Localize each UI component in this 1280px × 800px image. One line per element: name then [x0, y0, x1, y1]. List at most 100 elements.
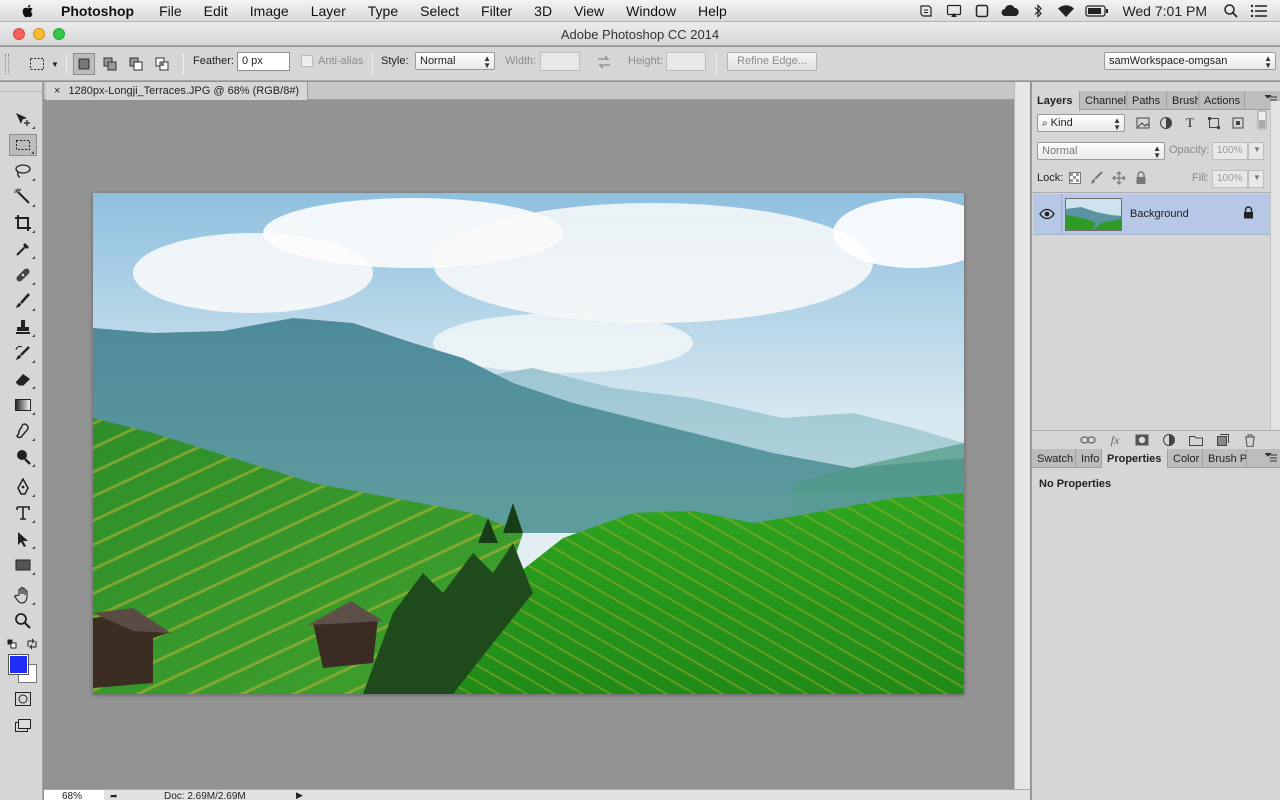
menu-3d[interactable]: 3D — [523, 3, 563, 19]
new-group-icon[interactable] — [1188, 432, 1204, 448]
menu-app-name[interactable]: Photoshop — [50, 3, 148, 19]
workspace-select[interactable]: samWorkspace-omgsan ▲ ▼ — [1104, 52, 1276, 70]
subtract-selection-button[interactable] — [125, 53, 147, 75]
rect-marquee-tool[interactable] — [9, 134, 37, 156]
add-mask-icon[interactable] — [1134, 432, 1150, 448]
layers-scrollbar[interactable] — [1270, 101, 1280, 431]
tab-paths[interactable]: Paths — [1127, 91, 1167, 110]
menu-edit[interactable]: Edit — [193, 3, 239, 19]
delete-layer-icon[interactable] — [1242, 432, 1258, 448]
healing-brush-tool[interactable] — [9, 264, 37, 286]
foreground-color-swatch[interactable] — [8, 654, 29, 675]
canvas-area[interactable] — [44, 100, 1014, 790]
eye-icon[interactable] — [1039, 207, 1055, 221]
path-selection-tool[interactable] — [9, 528, 37, 550]
tools-panel-header[interactable] — [0, 82, 42, 92]
menu-view[interactable]: View — [563, 3, 615, 19]
document-image[interactable] — [93, 193, 964, 694]
zoom-tool[interactable] — [9, 610, 37, 632]
lasso-tool[interactable] — [9, 160, 37, 182]
notification-list-icon[interactable] — [1250, 3, 1268, 19]
menu-image[interactable]: Image — [239, 3, 300, 19]
panel-menu-icon[interactable] — [1265, 453, 1277, 463]
clone-stamp-tool[interactable] — [9, 316, 37, 338]
lock-position-icon[interactable] — [1111, 170, 1127, 186]
adjustment-layer-icon[interactable] — [1161, 432, 1177, 448]
link-layers-icon[interactable] — [1080, 432, 1096, 448]
battery-icon[interactable] — [1085, 3, 1109, 19]
fill-input[interactable]: 100% — [1212, 170, 1248, 188]
filter-smart-object-icon[interactable] — [1230, 115, 1246, 131]
layer-filter-kind[interactable]: ⌕ Kind ▲ ▼ — [1037, 114, 1125, 132]
menu-type[interactable]: Type — [357, 3, 409, 19]
tab-properties[interactable]: Properties — [1102, 449, 1168, 469]
menu-window[interactable]: Window — [615, 3, 687, 19]
swap-colors-icon[interactable] — [26, 638, 38, 653]
new-layer-icon[interactable] — [1215, 432, 1231, 448]
tab-swatches[interactable]: Swatch — [1032, 449, 1076, 468]
tab-color[interactable]: Color — [1168, 449, 1203, 468]
tab-layers[interactable]: Layers — [1032, 91, 1080, 111]
options-bar-grip[interactable] — [5, 54, 9, 74]
spotlight-icon[interactable] — [1222, 3, 1240, 19]
crop-tool[interactable] — [9, 212, 37, 234]
menu-file[interactable]: File — [148, 3, 193, 19]
swap-dimensions-icon[interactable] — [596, 54, 612, 73]
document-tab[interactable]: × 1280px-Longji_Terraces.JPG @ 68% (RGB/… — [46, 82, 309, 100]
gradient-tool[interactable] — [9, 394, 37, 416]
opacity-dropdown[interactable]: ▼ — [1248, 142, 1264, 160]
width-input[interactable] — [540, 52, 580, 71]
hand-tool[interactable] — [9, 584, 37, 606]
lock-transparent-icon[interactable] — [1067, 170, 1083, 186]
fill-dropdown[interactable]: ▼ — [1248, 170, 1264, 188]
layer-style-icon[interactable]: fx — [1107, 432, 1123, 448]
menu-select[interactable]: Select — [409, 3, 470, 19]
screen-mode-button[interactable] — [9, 715, 37, 737]
wifi-icon[interactable] — [1057, 3, 1075, 19]
lock-icon[interactable] — [1243, 206, 1254, 219]
quick-selection-tool[interactable] — [9, 186, 37, 208]
bluetooth-icon[interactable] — [1029, 3, 1047, 19]
zoom-level-field[interactable]: 68% — [44, 790, 104, 800]
pen-tool[interactable] — [9, 476, 37, 498]
filter-shape-icon[interactable] — [1206, 115, 1222, 131]
menu-filter[interactable]: Filter — [470, 3, 523, 19]
type-tool[interactable] — [9, 502, 37, 524]
tab-brush[interactable]: Brush — [1167, 91, 1199, 110]
close-tab-icon[interactable]: × — [54, 85, 60, 100]
tab-actions[interactable]: Actions — [1199, 91, 1245, 110]
opacity-input[interactable]: 100% — [1212, 142, 1248, 160]
eraser-tool[interactable] — [9, 368, 37, 390]
style-select[interactable]: Normal ▲ ▼ — [415, 52, 495, 70]
refine-edge-button[interactable]: Refine Edge... — [727, 52, 817, 71]
rectangle-tool[interactable] — [9, 554, 37, 576]
dodge-tool[interactable] — [9, 446, 37, 468]
anti-alias-checkbox[interactable] — [301, 55, 313, 67]
quick-mask-button[interactable] — [9, 688, 37, 710]
tool-preset-picker[interactable]: ▼ — [22, 53, 66, 75]
airplay-icon[interactable] — [945, 3, 963, 19]
layer-row-background[interactable]: Background — [1033, 194, 1270, 235]
tab-info[interactable]: Info — [1076, 449, 1102, 468]
menu-layer[interactable]: Layer — [300, 3, 357, 19]
filter-adjustment-icon[interactable] — [1158, 115, 1174, 131]
filter-toggle-icon[interactable] — [1254, 110, 1270, 130]
status-menu-arrow-icon[interactable]: ▶ — [296, 790, 303, 800]
tab-channels[interactable]: Channel — [1080, 91, 1127, 110]
menubar-clock[interactable]: Wed 7:01 PM — [1122, 3, 1207, 19]
cloud-icon[interactable] — [1001, 3, 1020, 19]
feather-input[interactable]: 0 px — [237, 52, 290, 71]
blur-tool[interactable] — [9, 420, 37, 442]
menu-help[interactable]: Help — [687, 3, 738, 19]
canvas-vertical-scrollbar[interactable] — [1014, 82, 1030, 790]
intersect-selection-button[interactable] — [151, 53, 173, 75]
move-tool[interactable] — [9, 108, 37, 130]
filter-type-icon[interactable]: T — [1182, 115, 1198, 131]
eyedropper-tool[interactable] — [9, 238, 37, 260]
window-icon[interactable] — [973, 3, 991, 19]
blend-mode-select[interactable]: Normal ▲ ▼ — [1037, 142, 1165, 160]
layer-name[interactable]: Background — [1130, 208, 1189, 220]
add-to-selection-button[interactable] — [99, 53, 121, 75]
height-input[interactable] — [666, 52, 706, 71]
share-icon[interactable]: ➦ — [110, 791, 118, 800]
